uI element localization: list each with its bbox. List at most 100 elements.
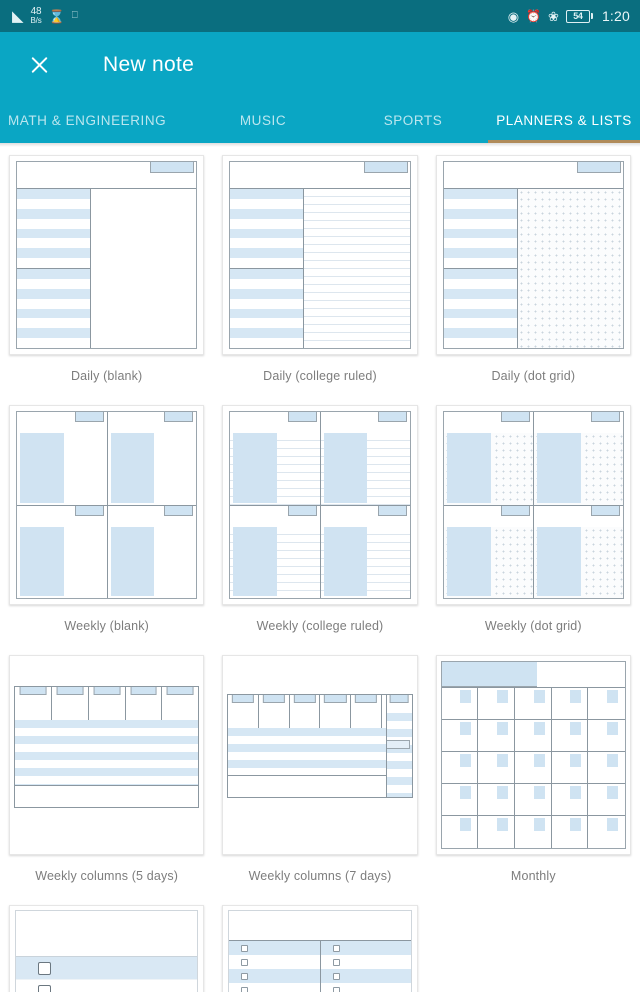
tab-label: PLANNERS & LISTS [496, 113, 632, 128]
preview-quadrant-block [446, 433, 491, 503]
preview-row [230, 338, 303, 348]
tab-math-and-engineering[interactable]: MATH & ENGINEERING [0, 98, 188, 143]
preview-day-cell [514, 784, 552, 816]
template-card-checklist-double[interactable] [213, 905, 426, 992]
template-thumbnail[interactable] [9, 905, 205, 992]
template-card-weekly-dot-grid[interactable]: Weekly (dot grid) [427, 405, 640, 655]
alarm-icon: ⏰ [526, 9, 542, 23]
template-thumbnail[interactable] [222, 405, 418, 605]
preview-quadrant-block [233, 527, 278, 596]
hourglass-icon: ⌛ [48, 8, 65, 24]
preview-quadrant [230, 412, 320, 505]
preview-row [230, 258, 303, 268]
preview-checklist-row [16, 980, 197, 992]
preview-quadrant [106, 505, 197, 598]
preview-row [443, 189, 517, 199]
preview-day-chip [287, 412, 317, 422]
preview-day-cell [441, 720, 479, 752]
tab-sports[interactable]: SPORTS [338, 98, 488, 143]
template-thumbnail[interactable] [9, 405, 205, 605]
preview-time-segment [17, 189, 90, 269]
template-card-checklist-single[interactable] [0, 905, 213, 992]
template-thumbnail[interactable] [435, 155, 631, 355]
eye-care-icon: ◉ [507, 8, 520, 24]
preview-quadrant [533, 505, 623, 598]
template-caption: Weekly (college ruled) [256, 619, 384, 633]
preview-quadrant-block [20, 527, 64, 596]
template-list[interactable]: Daily (blank) Daily (college ruled) Dail… [0, 147, 640, 992]
preview-checklist-row [16, 957, 198, 980]
preview-quadrant [319, 412, 410, 505]
template-card-daily-blank[interactable]: Daily (blank) [0, 155, 213, 405]
preview-header-row [230, 162, 410, 189]
preview-row [17, 279, 90, 289]
preview-header-row [17, 162, 197, 189]
preview-time-column [17, 189, 91, 348]
preview-day-chip [93, 687, 121, 695]
preview-row [230, 189, 304, 199]
preview-day-number [607, 690, 619, 703]
preview-quadrant [230, 505, 320, 598]
category-tab-bar[interactable]: MATH & ENGINEERING MUSIC SPORTS PLANNERS… [0, 98, 640, 143]
preview-day-chip [377, 506, 407, 516]
preview-row [443, 269, 517, 279]
preview-time-segment [230, 189, 304, 269]
template-card-monthly[interactable]: Monthly [427, 655, 640, 905]
preview-quadrant-block [323, 527, 368, 596]
preview-day-chip [324, 695, 347, 703]
preview-row [444, 238, 517, 248]
sync-icon: ⎕ [71, 10, 78, 21]
preview-day-cell [552, 816, 589, 848]
checkbox-icon [241, 972, 249, 980]
template-card-weekly-columns-7-days[interactable]: Weekly columns (7 days) [213, 655, 426, 905]
preview-quadrant-block [233, 433, 278, 503]
template-thumbnail[interactable] [9, 655, 205, 855]
template-card-weekly-college-ruled[interactable]: Weekly (college ruled) [213, 405, 426, 655]
template-thumbnail[interactable] [222, 155, 418, 355]
template-caption: Weekly (dot grid) [484, 619, 582, 633]
preview-row [230, 269, 304, 279]
template-thumbnail[interactable] [222, 905, 418, 992]
tab-music[interactable]: MUSIC [188, 98, 338, 143]
template-card-weekly-blank[interactable]: Weekly (blank) [0, 405, 213, 655]
preview-day-chip [164, 506, 194, 516]
preview-quadrant-block [323, 433, 368, 503]
preview-row [230, 228, 304, 239]
template-caption: Weekly columns (7 days) [248, 869, 392, 883]
template-card-daily-dot-grid[interactable]: Daily (dot grid) [427, 155, 640, 405]
preview-day-cell [588, 816, 625, 848]
tab-label: MUSIC [239, 113, 287, 128]
template-thumbnail[interactable] [9, 155, 205, 355]
checklist-single-preview [15, 910, 199, 992]
preview-quadrant [443, 505, 534, 598]
template-card-daily-college-ruled[interactable]: Daily (college ruled) [213, 155, 426, 405]
preview-footer-row [15, 785, 199, 807]
preview-day-chip [287, 506, 317, 516]
preview-row [17, 238, 90, 248]
template-thumbnail[interactable] [435, 405, 631, 605]
weekly-columns-7-preview [227, 694, 413, 798]
template-card-weekly-columns-5-days[interactable]: Weekly columns (5 days) [0, 655, 213, 905]
preview-row [17, 308, 90, 319]
tab-planners-and-lists[interactable]: PLANNERS & LISTS [488, 98, 640, 143]
preview-month-title-band [441, 662, 537, 687]
template-caption: Daily (dot grid) [491, 369, 576, 383]
preview-day-number [496, 754, 508, 767]
template-thumbnail[interactable] [435, 655, 631, 855]
template-thumbnail[interactable] [222, 655, 418, 855]
template-caption: Weekly columns (5 days) [35, 869, 179, 883]
status-clock: 1:20 [601, 8, 630, 24]
preview-day-cell [441, 688, 479, 720]
preview-day-cell [441, 752, 479, 784]
weekly-columns-5-preview [14, 686, 200, 808]
preview-header-row [443, 162, 623, 189]
preview-weekend-column [385, 695, 412, 797]
preview-day-cell [514, 688, 552, 720]
close-icon[interactable] [24, 50, 54, 80]
preview-notes-area [91, 189, 197, 348]
preview-day-number [570, 690, 582, 703]
preview-day-cell [551, 720, 589, 752]
tab-label: SPORTS [383, 113, 443, 128]
preview-quadrant [106, 412, 197, 505]
preview-row [17, 228, 90, 239]
